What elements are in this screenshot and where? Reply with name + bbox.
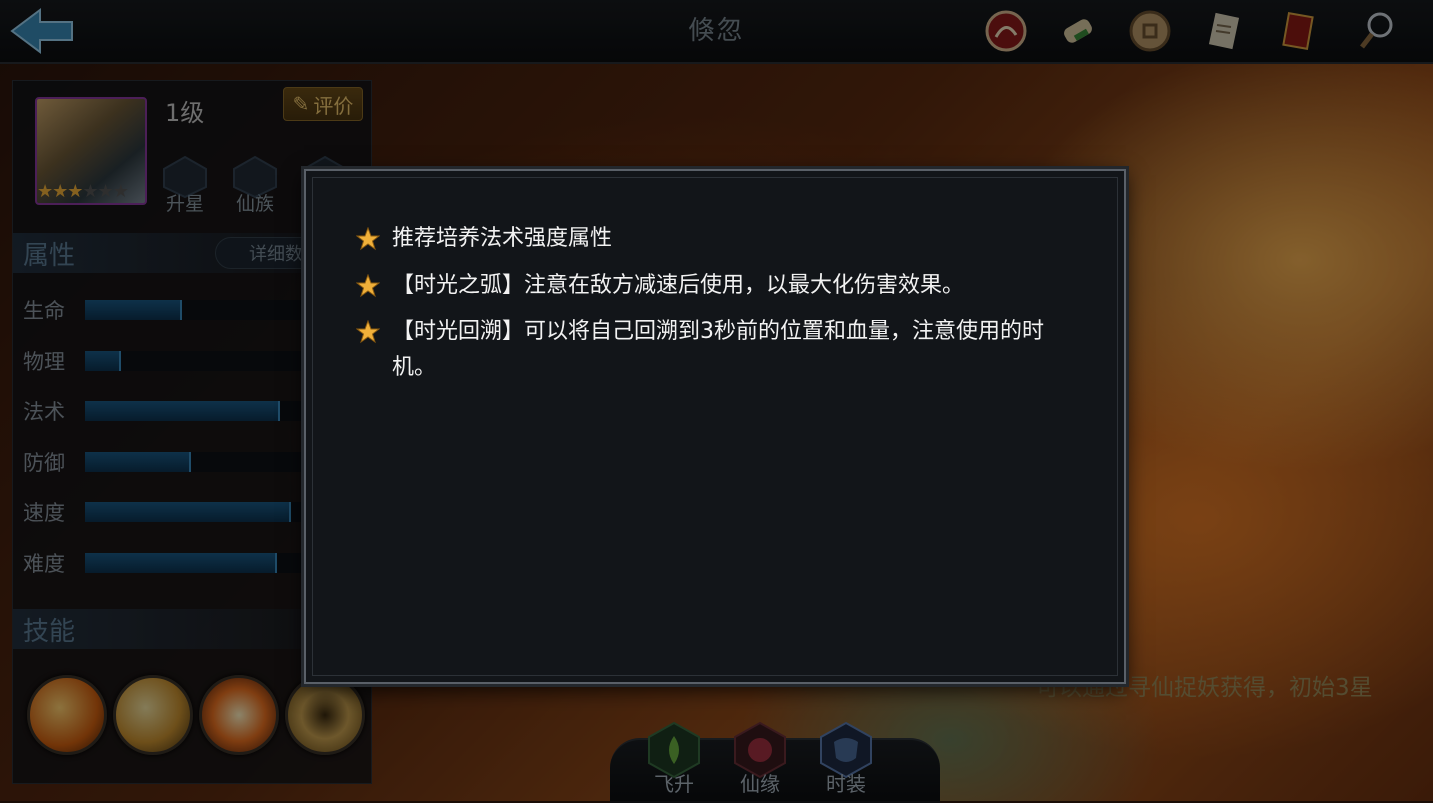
tip-item: 【时光之弧】注意在敌方减速后使用，以最大化伤害效果。 [356, 268, 1046, 304]
tip-text: 【时光之弧】注意在敌方减速后使用，以最大化伤害效果。 [392, 273, 965, 298]
star-bullet-icon [356, 274, 380, 298]
star-bullet-icon [356, 320, 380, 344]
tips-dialog: 推荐培养法术强度属性 【时光之弧】注意在敌方减速后使用，以最大化伤害效果。 【时… [304, 169, 1126, 684]
tip-item: 推荐培养法术强度属性 [356, 221, 1046, 257]
star-bullet-icon [356, 227, 380, 251]
tip-text: 【时光回溯】可以将自己回溯到3秒前的位置和血量，注意使用的时机。 [392, 319, 1044, 380]
tip-text: 推荐培养法术强度属性 [392, 226, 613, 251]
tip-item: 【时光回溯】可以将自己回溯到3秒前的位置和血量，注意使用的时机。 [356, 314, 1046, 386]
